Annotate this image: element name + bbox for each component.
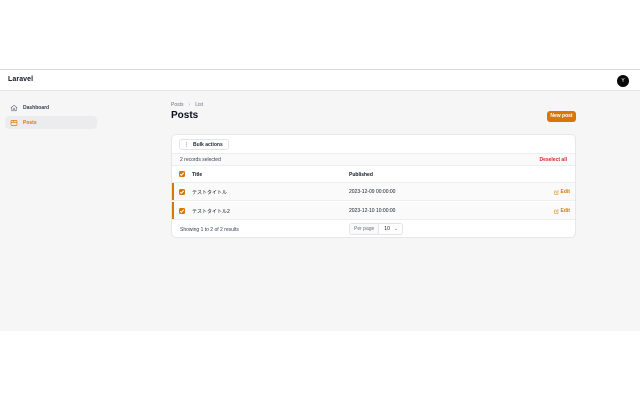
row-checkbox[interactable] bbox=[179, 208, 185, 214]
sidebar-item-dashboard[interactable]: Dashboard bbox=[5, 101, 97, 114]
breadcrumb: Posts › List bbox=[171, 102, 203, 108]
brand-logo[interactable]: Laravel bbox=[8, 76, 33, 83]
select-all-checkbox[interactable] bbox=[179, 171, 185, 177]
sidebar-item-posts[interactable]: Posts bbox=[5, 116, 97, 129]
per-page-value[interactable]: 10 ⌄ bbox=[379, 224, 402, 234]
table-row[interactable]: テストタイトル2 2023-12-10 10:00:00 Edit bbox=[172, 202, 575, 220]
row-checkbox[interactable] bbox=[179, 189, 185, 195]
results-summary: Showing 1 to 2 of 2 results bbox=[180, 227, 239, 233]
table-toolbar: ⋮ Bulk actions bbox=[172, 135, 575, 154]
sidebar-item-label: Posts bbox=[23, 119, 37, 126]
chevron-down-icon: ⌄ bbox=[393, 226, 399, 232]
sidebar-item-label: Dashboard bbox=[23, 104, 50, 111]
top-bar: Laravel Y bbox=[0, 69, 640, 91]
column-header-published[interactable]: Published bbox=[349, 172, 373, 178]
column-header-title[interactable]: Title bbox=[192, 172, 202, 178]
table-row[interactable]: テストタイトル 2023-12-09 00:00:00 Edit bbox=[172, 183, 575, 201]
posts-table-card: ⋮ Bulk actions 2 records selected Desele… bbox=[171, 134, 576, 238]
table-header: Title Published bbox=[172, 166, 575, 183]
chevron-right-icon: › bbox=[188, 102, 191, 108]
breadcrumb-list: List bbox=[195, 102, 203, 108]
edit-link[interactable]: Edit bbox=[554, 189, 570, 195]
edit-label: Edit bbox=[560, 208, 570, 214]
more-vertical-icon: ⋮ bbox=[184, 141, 189, 148]
bulk-actions-label: Bulk actions bbox=[193, 141, 223, 148]
selection-bar: 2 records selected Deselect all bbox=[172, 154, 575, 166]
document-icon bbox=[10, 119, 18, 126]
edit-label: Edit bbox=[560, 189, 570, 195]
breadcrumb-posts[interactable]: Posts bbox=[171, 102, 184, 108]
page-title: Posts bbox=[171, 110, 199, 121]
new-post-button[interactable]: New post bbox=[547, 111, 576, 122]
cell-title: テストタイトル bbox=[192, 190, 228, 196]
cell-title: テストタイトル2 bbox=[192, 209, 230, 215]
selected-row-marker bbox=[172, 183, 174, 200]
selected-row-marker bbox=[172, 202, 174, 219]
per-page-label: Per page bbox=[350, 224, 380, 234]
cell-published: 2023-12-09 00:00:00 bbox=[349, 189, 396, 195]
sidebar: Dashboard Posts bbox=[0, 91, 110, 331]
per-page-number: 10 bbox=[384, 226, 390, 232]
pencil-square-icon bbox=[554, 189, 559, 195]
user-avatar[interactable]: Y bbox=[617, 75, 629, 87]
bulk-actions-button[interactable]: ⋮ Bulk actions bbox=[179, 139, 229, 150]
deselect-all-link[interactable]: Deselect all bbox=[539, 157, 567, 163]
pencil-square-icon bbox=[554, 208, 559, 214]
app-window: Laravel Y Dashboard Posts Posts › List P… bbox=[0, 69, 640, 331]
home-icon bbox=[10, 104, 18, 111]
edit-link[interactable]: Edit bbox=[554, 208, 570, 214]
cell-published: 2023-12-10 10:00:00 bbox=[349, 208, 396, 214]
table-footer: Showing 1 to 2 of 2 results Per page 10 … bbox=[172, 220, 575, 237]
selection-count: 2 records selected bbox=[180, 157, 221, 163]
per-page-select[interactable]: Per page 10 ⌄ bbox=[349, 223, 404, 235]
